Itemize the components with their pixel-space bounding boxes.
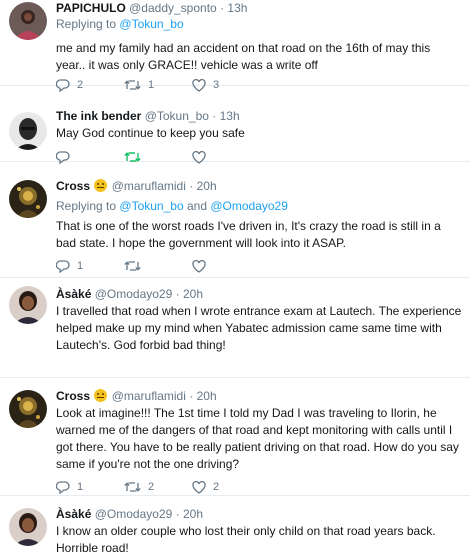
tweet-actions: 1 — [56, 258, 260, 274]
display-name[interactable]: Cross — [56, 389, 90, 403]
tweet-text: May God continue to keep you safe — [56, 126, 245, 140]
handle[interactable]: @daddy_sponto — [129, 1, 217, 15]
handle[interactable]: @Omodayo29 — [95, 507, 173, 521]
replying-prefix: Replying to — [56, 17, 117, 31]
like-button[interactable] — [192, 150, 260, 164]
retweet-icon — [124, 152, 141, 162]
mention-link[interactable]: @Tokun_bo — [119, 17, 183, 31]
tweet-text: I travelled that road when I wrote entra… — [56, 304, 462, 352]
retweet-count: 1 — [148, 79, 155, 91]
avatar[interactable] — [9, 390, 47, 428]
reply-button[interactable]: 1 — [56, 480, 124, 494]
timestamp[interactable]: 20h — [183, 507, 203, 521]
reply-count: 2 — [77, 79, 84, 91]
tweet[interactable]: PAPICHULO @daddy_sponto · 13h Replying t… — [0, 0, 470, 92]
retweet-icon — [124, 482, 141, 492]
tweet-actions — [56, 149, 260, 165]
avatar[interactable] — [9, 2, 47, 40]
and-word: and — [186, 199, 207, 213]
display-name[interactable]: The ink bender — [56, 109, 141, 123]
mention-link[interactable]: @Omodayo29 — [210, 199, 288, 213]
avatar[interactable] — [9, 286, 47, 324]
heart-icon — [192, 78, 206, 92]
heart-icon — [192, 259, 206, 273]
like-button[interactable]: 3 — [192, 78, 260, 92]
like-count: 3 — [213, 79, 220, 91]
reply-button[interactable]: 1 — [56, 259, 124, 273]
separator: · — [175, 287, 180, 301]
display-name[interactable]: PAPICHULO — [56, 1, 126, 15]
handle[interactable]: @Omodayo29 — [95, 287, 173, 301]
replying-to: Replying to @Tokun_bo and @Omodayo29 — [56, 199, 462, 214]
timestamp[interactable]: 20h — [197, 389, 217, 403]
reply-button[interactable] — [56, 150, 124, 164]
display-name[interactable]: Àsàké — [56, 507, 91, 521]
like-button[interactable]: 2 — [192, 480, 260, 494]
heart-icon — [192, 150, 206, 164]
handle[interactable]: @maruflamidi — [112, 179, 186, 193]
separator: · — [189, 389, 194, 403]
timestamp[interactable]: 20h — [197, 179, 217, 193]
reply-count: 1 — [77, 481, 84, 493]
separator: · — [175, 507, 180, 521]
tweet-text: Look at imagine!!! The 1st time I told m… — [56, 406, 459, 471]
tweet[interactable]: The ink bender @Tokun_bo · 13h May God c… — [0, 102, 470, 165]
face-emoji-icon — [94, 179, 108, 192]
tweet-text: I know an older couple who lost their on… — [56, 524, 436, 555]
reply-icon — [56, 150, 70, 164]
display-name[interactable]: Cross — [56, 179, 90, 193]
timestamp[interactable]: 13h — [227, 1, 247, 15]
reply-icon — [56, 259, 70, 273]
handle[interactable]: @maruflamidi — [112, 389, 186, 403]
reply-button[interactable]: 2 — [56, 78, 124, 92]
retweet-icon — [124, 80, 141, 90]
retweet-button[interactable]: 1 — [124, 79, 192, 91]
avatar[interactable] — [9, 508, 47, 546]
separator: · — [212, 109, 217, 123]
like-count: 2 — [213, 481, 220, 493]
heart-icon — [192, 480, 206, 494]
avatar[interactable] — [9, 112, 47, 150]
tweet-text: me and my family had an accident on that… — [56, 41, 431, 72]
avatar[interactable] — [9, 180, 47, 218]
retweet-button[interactable] — [124, 260, 192, 272]
face-emoji-icon — [94, 389, 108, 402]
retweet-button[interactable]: 2 — [124, 481, 192, 493]
tweet[interactable]: Cross @maruflamidi · 20h Look at imagine… — [0, 384, 470, 496]
reply-icon — [56, 78, 70, 92]
tweet[interactable]: Àsàké @Omodayo29 · 20h I know an older c… — [0, 502, 470, 556]
timestamp[interactable]: 13h — [220, 109, 240, 123]
tweet-actions: 1 2 2 — [56, 479, 260, 495]
timestamp[interactable]: 20h — [183, 287, 203, 301]
mention-link[interactable]: @Tokun_bo — [119, 199, 183, 213]
reply-icon — [56, 480, 70, 494]
replying-prefix: Replying to — [56, 199, 117, 213]
tweet-actions: 2 1 3 — [56, 77, 260, 93]
tweet[interactable]: Àsàké @Omodayo29 · 20h I travelled that … — [0, 280, 470, 378]
retweet-icon — [124, 261, 141, 271]
retweet-count: 2 — [148, 481, 155, 493]
tweet-text: That is one of the worst roads I've driv… — [56, 219, 441, 250]
like-button[interactable] — [192, 259, 260, 273]
reply-count: 1 — [77, 260, 84, 272]
handle[interactable]: @Tokun_bo — [145, 109, 209, 123]
separator: · — [220, 1, 225, 15]
separator: · — [189, 179, 194, 193]
retweet-button[interactable] — [124, 151, 192, 163]
display-name[interactable]: Àsàké — [56, 287, 91, 301]
tweet[interactable]: Cross @maruflamidi · 20h Replying to @To… — [0, 174, 470, 278]
replying-to: Replying to @Tokun_bo — [56, 17, 462, 32]
